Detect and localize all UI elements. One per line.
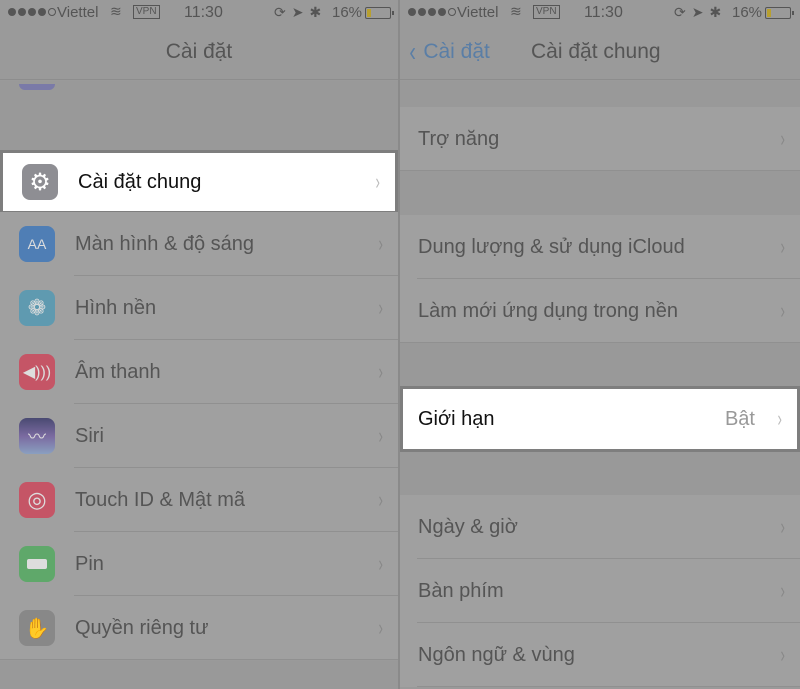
battery-icon	[19, 546, 55, 582]
nav-bar: ‹ Cài đặt Cài đặt chung	[400, 26, 800, 80]
general-item-keyboard[interactable]: Bàn phím ›	[400, 559, 800, 623]
chevron-right-icon: ›	[375, 169, 380, 194]
battery-percent: 16%	[332, 4, 363, 21]
item-label: Làm mới ứng dụng trong nền	[418, 299, 678, 322]
settings-item-display[interactable]: AA Màn hình & độ sáng ›	[0, 212, 398, 276]
status-bar: Viettel ≋ VPN 11:30 ⟳➤✱ 16%	[0, 0, 398, 26]
item-label: Trợ năng	[418, 127, 500, 150]
general-item-restrictions[interactable]: Giới hạn Bật ›	[400, 386, 800, 452]
back-button[interactable]: ‹ Cài đặt	[408, 36, 490, 67]
gear-icon: ⚙	[22, 164, 58, 200]
settings-item-general[interactable]: ⚙ Cài đặt chung ›	[0, 150, 398, 214]
carrier-name: Viettel	[57, 4, 99, 21]
speaker-icon: ◀)))	[19, 354, 55, 390]
chevron-right-icon: ›	[378, 551, 383, 576]
clock: 11:30	[184, 4, 223, 21]
general-item-language-region[interactable]: Ngôn ngữ & vùng ›	[400, 623, 800, 687]
rotation-lock-location-bluetooth-icons: ⟳➤✱	[274, 4, 328, 20]
wifi-icon: ≋	[510, 3, 522, 19]
status-bar: Viettel ≋ VPN 11:30 ⟳➤✱ 16%	[400, 0, 800, 26]
settings-item-wallpaper[interactable]: ❁ Hình nền ›	[0, 276, 398, 340]
siri-icon: 〰	[19, 418, 55, 454]
chevron-right-icon: ›	[378, 359, 383, 384]
wifi-icon: ≋	[110, 3, 122, 19]
battery-percent: 16%	[732, 4, 763, 21]
chevron-right-icon: ›	[378, 423, 383, 448]
chevron-right-icon: ›	[780, 126, 785, 151]
partial-icon	[19, 84, 55, 90]
item-label: Cài đặt chung	[78, 170, 202, 193]
item-label: Touch ID & Mật mã	[75, 488, 246, 511]
item-label: Ngôn ngữ & vùng	[418, 643, 575, 666]
item-label: Giới hạn	[418, 407, 495, 430]
chevron-right-icon: ›	[378, 487, 383, 512]
item-label: Siri	[75, 424, 104, 447]
item-label: Hình nền	[75, 296, 157, 319]
settings-item-battery[interactable]: Pin ›	[0, 532, 398, 596]
battery-icon	[765, 7, 794, 19]
settings-item-sounds[interactable]: ◀))) Âm thanh ›	[0, 340, 398, 404]
item-label: Dung lượng & sử dụng iCloud	[418, 235, 685, 258]
chevron-right-icon: ›	[780, 514, 785, 539]
chevron-right-icon: ›	[780, 578, 785, 603]
carrier-name: Viettel	[457, 4, 499, 21]
settings-panel: Viettel ≋ VPN 11:30 ⟳➤✱ 16% Cài đặt ⚙ Cà…	[0, 0, 400, 689]
chevron-left-icon: ‹	[409, 36, 416, 67]
battery-icon	[365, 7, 394, 19]
chevron-right-icon: ›	[777, 406, 782, 431]
chevron-right-icon: ›	[780, 642, 785, 667]
fingerprint-icon: ◎	[19, 482, 55, 518]
general-item-accessibility[interactable]: Trợ năng ›	[400, 107, 800, 171]
item-label: Âm thanh	[75, 360, 161, 383]
restrictions-status: Bật	[724, 407, 755, 430]
signal-icon	[8, 8, 56, 16]
display-brightness-icon: AA	[19, 226, 55, 262]
item-label: Bàn phím	[418, 579, 504, 602]
clock: 11:30	[584, 4, 623, 21]
item-label: Pin	[75, 552, 104, 575]
chevron-right-icon: ›	[378, 615, 383, 640]
general-item-icloud-storage[interactable]: Dung lượng & sử dụng iCloud ›	[400, 215, 800, 279]
rotation-lock-location-bluetooth-icons: ⟳➤✱	[674, 4, 728, 20]
chevron-right-icon: ›	[378, 295, 383, 320]
settings-item-siri[interactable]: 〰 Siri ›	[0, 404, 398, 468]
chevron-right-icon: ›	[378, 231, 383, 256]
general-item-date-time[interactable]: Ngày & giờ ›	[400, 495, 800, 559]
vpn-icon: VPN	[133, 5, 160, 19]
item-label: Màn hình & độ sáng	[75, 232, 255, 255]
general-item-background-refresh[interactable]: Làm mới ứng dụng trong nền ›	[400, 279, 800, 343]
wallpaper-flower-icon: ❁	[19, 290, 55, 326]
item-label: Quyền riêng tư	[75, 616, 209, 639]
settings-item-privacy[interactable]: ✋ Quyền riêng tư ›	[0, 596, 398, 660]
chevron-right-icon: ›	[780, 298, 785, 323]
hand-icon: ✋	[19, 610, 55, 646]
page-title: Cài đặt	[165, 40, 233, 63]
item-label: Ngày & giờ	[418, 515, 518, 538]
vpn-icon: VPN	[533, 5, 560, 19]
signal-icon	[408, 8, 456, 16]
back-label: Cài đặt	[423, 40, 490, 63]
nav-bar: Cài đặt	[0, 26, 398, 80]
chevron-right-icon: ›	[780, 234, 785, 259]
page-title: Cài đặt chung	[531, 40, 661, 63]
general-settings-panel: Viettel ≋ VPN 11:30 ⟳➤✱ 16% ‹ Cài đặt Cà…	[400, 0, 800, 689]
settings-item-touch-id[interactable]: ◎ Touch ID & Mật mã ›	[0, 468, 398, 532]
